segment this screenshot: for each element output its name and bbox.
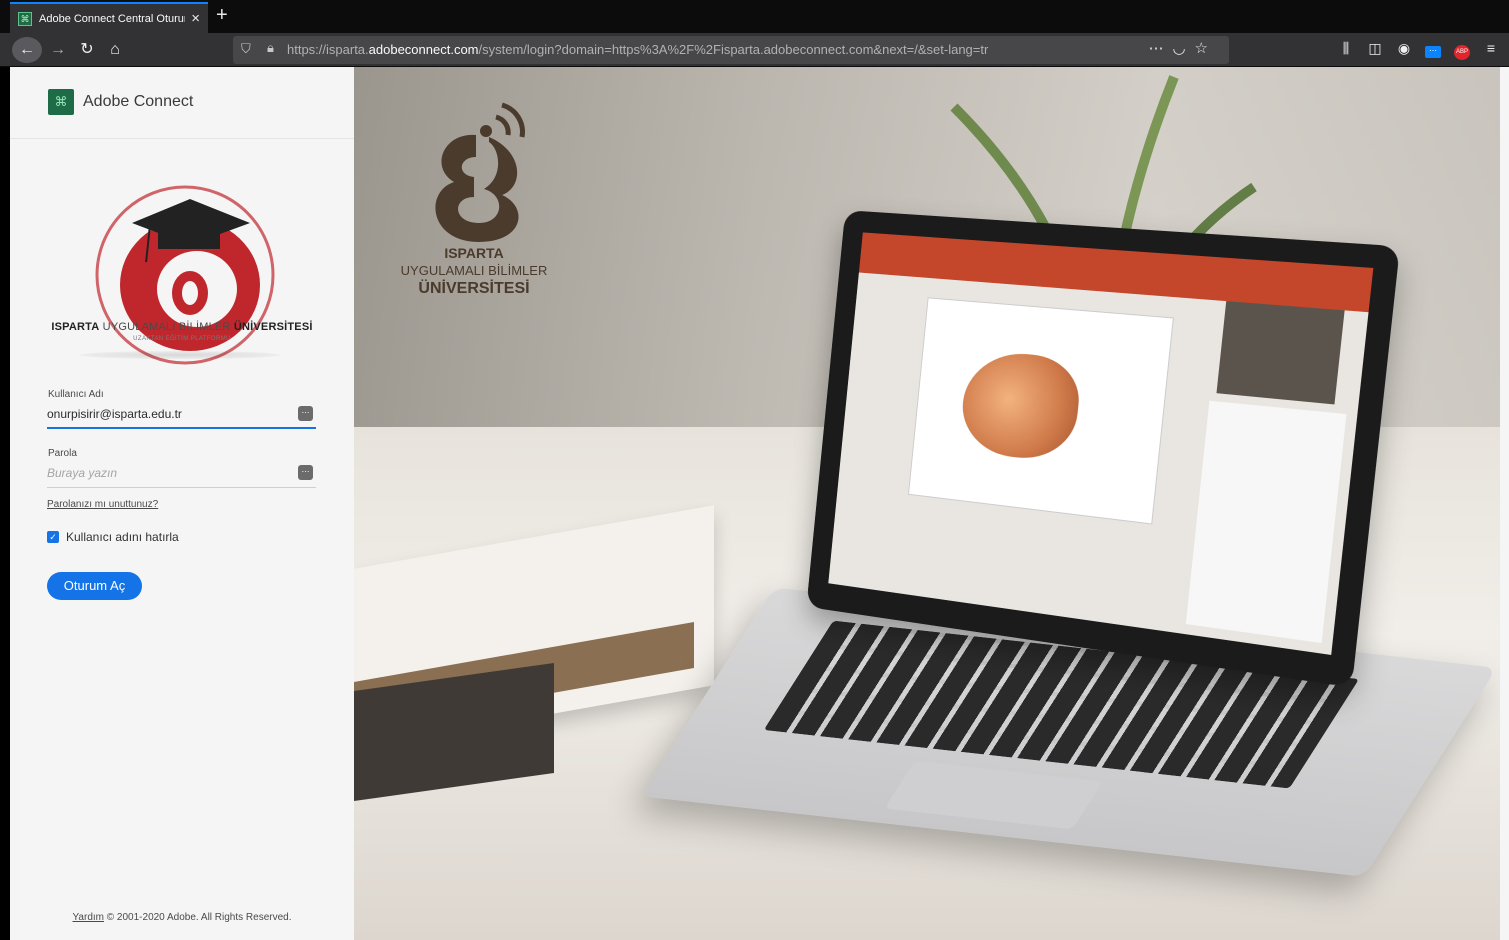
tab-close-icon[interactable]: × (191, 10, 200, 27)
forward-icon[interactable]: → (48, 37, 68, 63)
adobe-connect-logo-icon: ⌘ (48, 89, 74, 115)
slide-illustration (908, 297, 1174, 525)
checkbox-icon[interactable]: ✓ (47, 531, 59, 543)
address-bar[interactable]: ⛉ 🔒︎ https://isparta.adobeconnect.com/sy… (233, 36, 1229, 64)
login-panel: ⌘ Adobe Connect ISPARTA UYGULAMALI BİLİM… (10, 67, 354, 940)
university-name: ISPARTA UYGULAMALI BİLİMLER ÜNİVERSİTESİ (51, 321, 313, 333)
password-field-wrap: ⋯ (47, 462, 316, 488)
adobe-connect-favicon-icon: ⌘ (18, 11, 32, 26)
sign-in-button[interactable]: Oturum Aç (47, 572, 142, 600)
tab-title: Adobe Connect Central Oturum (39, 12, 186, 25)
toolbar-icons: ⫼ ◫ ◉ ⋯ ABP ≡ (1338, 40, 1499, 60)
active-tab[interactable]: ⌘ Adobe Connect Central Oturum × (10, 2, 208, 33)
sidebar-icon[interactable]: ◫ (1367, 40, 1383, 60)
bookmark-star-icon[interactable]: ☆ (1195, 40, 1217, 57)
library-icon[interactable]: ⫼ (1338, 40, 1354, 60)
page-scrollbar[interactable] (1500, 67, 1509, 940)
hero-university-logo: ISPARTA UYGULAMALI BİLİMLER ÜNİVERSİTESİ (384, 97, 564, 307)
hero-logo-line3: ÜNİVERSİTESİ (418, 280, 530, 297)
hero-logo-line2: UYGULAMALI BİLİMLER (400, 263, 548, 278)
username-label: Kullanıcı Adı (48, 389, 104, 400)
trackpad-illustration (884, 760, 1103, 830)
chat-panel-illustration (1185, 400, 1347, 644)
forgot-password-link[interactable]: Parolanızı mı unuttunuz? (47, 499, 158, 510)
laptop-display (828, 232, 1374, 655)
password-label: Parola (48, 448, 77, 459)
video-feed-illustration (1216, 301, 1345, 405)
copyright-text: © 2001-2020 Adobe. All Rights Reserved. (104, 912, 292, 923)
password-field[interactable] (47, 462, 287, 484)
page-actions-icon[interactable]: ⋯ (1148, 40, 1172, 57)
navigation-toolbar: ← → ↻ ⌂ ⛉ 🔒︎ https://isparta.adobeconnec… (0, 33, 1509, 67)
page-content: ⌘ Adobe Connect ISPARTA UYGULAMALI BİLİM… (10, 67, 1500, 940)
username-field[interactable] (47, 403, 287, 425)
extension-icon[interactable]: ⋯ (1425, 40, 1441, 60)
adblock-icon[interactable]: ABP (1454, 40, 1470, 60)
remember-username[interactable]: ✓ Kullanıcı adını hatırla (47, 530, 179, 544)
username-field-wrap: ⋯ (47, 403, 316, 429)
laptop-screen-illustration (806, 210, 1401, 688)
url-text[interactable]: https://isparta.adobeconnect.com/system/… (287, 42, 988, 57)
url-actions: ⋯◡☆ (1148, 39, 1217, 57)
logo-shadow (80, 351, 280, 359)
brand-header: ⌘ Adobe Connect (10, 67, 354, 139)
hero-logo-line1: ISPARTA (444, 245, 504, 261)
reload-icon[interactable]: ↻ (76, 37, 98, 63)
back-icon[interactable]: ← (12, 37, 42, 63)
help-link[interactable]: Yardım (73, 912, 105, 923)
footer: Yardım © 2001-2020 Adobe. All Rights Res… (10, 912, 354, 923)
brand-name: Adobe Connect (83, 93, 194, 110)
pocket-icon[interactable]: ◡ (1172, 40, 1194, 57)
home-icon[interactable]: ⌂ (104, 37, 126, 63)
hero-image: ISPARTA UYGULAMALI BİLİMLER ÜNİVERSİTESİ (354, 67, 1500, 940)
shield-icon[interactable]: ⛉ (241, 41, 251, 57)
university-subtitle: UZAKTAN EĞİTİM PLATFORMU (133, 336, 231, 342)
lock-icon[interactable]: 🔒︎ (267, 40, 274, 56)
account-icon[interactable]: ◉ (1396, 40, 1412, 60)
ear-diagram-illustration (958, 348, 1084, 464)
hero-logo-mark-icon (435, 102, 525, 242)
keypass-icon[interactable]: ⋯ (298, 406, 313, 421)
remember-label: Kullanıcı adını hatırla (66, 530, 179, 544)
keypass-icon[interactable]: ⋯ (298, 465, 313, 480)
tab-strip: ⌘ Adobe Connect Central Oturum × + (0, 0, 1509, 33)
new-tab-button[interactable]: + (216, 4, 228, 26)
menu-icon[interactable]: ≡ (1483, 40, 1499, 60)
